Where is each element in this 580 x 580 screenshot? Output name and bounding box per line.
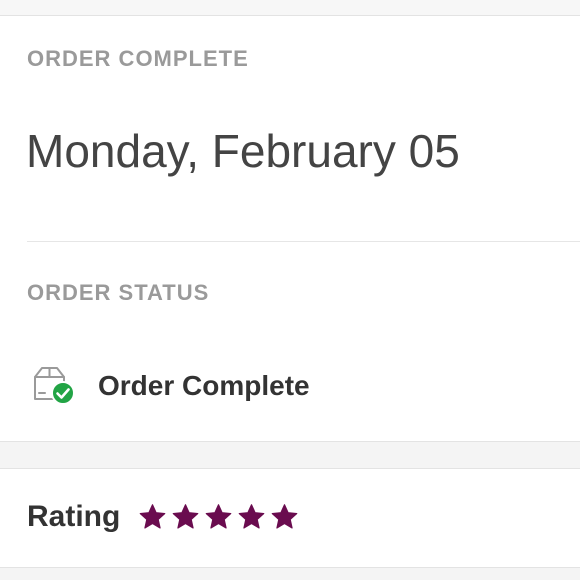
star-icon[interactable] <box>171 503 200 531</box>
order-status-text: Order Complete <box>98 370 310 401</box>
star-icon[interactable] <box>138 503 167 531</box>
divider <box>27 241 580 242</box>
rating-label: Rating <box>27 500 121 533</box>
order-details-screen: ORDER COMPLETE Monday, February 05 ORDER… <box>0 0 580 580</box>
rating-stars[interactable] <box>138 503 303 531</box>
box-check-icon <box>30 365 76 407</box>
rating-row: Rating <box>27 496 303 538</box>
star-icon[interactable] <box>204 503 233 531</box>
top-strip <box>0 0 580 15</box>
rating-card: Rating <box>0 468 580 568</box>
order-status-row: Order Complete <box>30 361 310 411</box>
order-status-label: ORDER STATUS <box>27 280 210 305</box>
order-date: Monday, February 05 <box>26 125 460 177</box>
star-icon[interactable] <box>237 503 266 531</box>
order-complete-label: ORDER COMPLETE <box>27 46 249 71</box>
star-icon[interactable] <box>270 503 299 531</box>
order-card: ORDER COMPLETE Monday, February 05 ORDER… <box>0 15 580 442</box>
